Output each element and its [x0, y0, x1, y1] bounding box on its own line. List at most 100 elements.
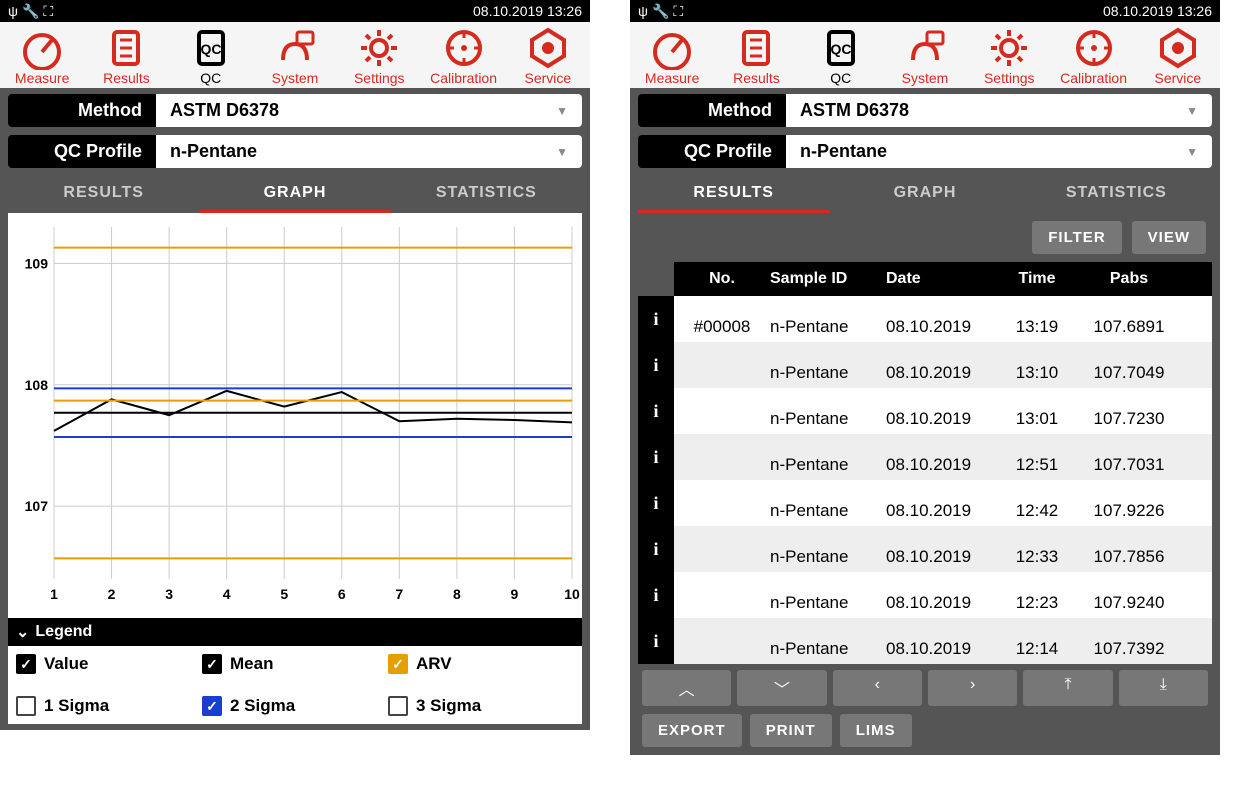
- tab-calibration[interactable]: Calibration: [422, 26, 506, 86]
- subtab-statistics[interactable]: STATISTICS: [391, 176, 582, 213]
- legend-item[interactable]: ✓Value: [16, 654, 202, 674]
- filter-button[interactable]: FILTER: [1032, 221, 1121, 254]
- nav-bottom-button[interactable]: ⤓: [1119, 670, 1208, 706]
- lims-button[interactable]: LIMS: [840, 714, 912, 747]
- svg-text:2: 2: [108, 586, 116, 602]
- table-row[interactable]: in-Pentane08.10.201912:14107.7392: [638, 618, 1212, 664]
- table-row[interactable]: in-Pentane08.10.201912:33107.7856: [638, 526, 1212, 572]
- export-button[interactable]: EXPORT: [642, 714, 742, 747]
- col-pabs: Pabs: [1076, 262, 1182, 296]
- tab-results[interactable]: Results: [84, 26, 168, 86]
- subtab-results[interactable]: RESULTS: [8, 176, 199, 213]
- info-icon[interactable]: i: [638, 618, 674, 664]
- qc-profile-select[interactable]: n-Pentane ▼: [156, 135, 582, 168]
- tab-settings[interactable]: Settings: [967, 26, 1051, 86]
- tab-service[interactable]: Service: [506, 26, 590, 86]
- svg-text:10: 10: [564, 586, 580, 602]
- col-date: Date: [886, 262, 998, 296]
- info-icon[interactable]: i: [638, 572, 674, 618]
- info-icon[interactable]: i: [638, 342, 674, 388]
- status-bar: ψ 🔧 ⛶ 08.10.2019 13:26: [630, 0, 1220, 22]
- calibration-icon: [442, 26, 486, 70]
- nav-prev-button[interactable]: ‹: [833, 670, 922, 706]
- checkbox[interactable]: ✓: [16, 654, 36, 674]
- expand-icon: ⛶: [673, 3, 683, 20]
- svg-text:1: 1: [50, 586, 58, 602]
- col-sample-id: Sample ID: [770, 262, 886, 296]
- datetime: 08.10.2019 13:26: [1103, 3, 1212, 19]
- tab-measure[interactable]: Measure: [0, 26, 84, 86]
- nav-top-button[interactable]: ⤒: [1023, 670, 1112, 706]
- checkbox[interactable]: ✓: [202, 654, 222, 674]
- settings-icon: [987, 26, 1031, 70]
- tab-settings[interactable]: Settings: [337, 26, 421, 86]
- table-row[interactable]: i#00008n-Pentane08.10.201913:19107.6891: [638, 296, 1212, 342]
- svg-text:108: 108: [25, 377, 49, 393]
- info-icon[interactable]: i: [638, 296, 674, 342]
- tab-system[interactable]: System: [253, 26, 337, 86]
- expand-icon: ⛶: [43, 3, 53, 20]
- tab-qc[interactable]: QCQC: [169, 26, 253, 86]
- usb-icon: ψ: [8, 3, 18, 19]
- info-icon[interactable]: i: [638, 434, 674, 480]
- checkbox[interactable]: [388, 696, 408, 716]
- status-bar: ψ 🔧 ⛶ 08.10.2019 13:26: [0, 0, 590, 22]
- legend-item[interactable]: ✓2 Sigma: [202, 696, 388, 716]
- device-results: ψ 🔧 ⛶ 08.10.2019 13:26 MeasureResultsQCQ…: [630, 0, 1220, 755]
- qc-icon: QC: [189, 26, 233, 70]
- tab-measure[interactable]: Measure: [630, 26, 714, 86]
- legend-item[interactable]: ✓Mean: [202, 654, 388, 674]
- calibration-icon: [1072, 26, 1116, 70]
- nav-next-button[interactable]: ›: [928, 670, 1017, 706]
- table-row[interactable]: in-Pentane08.10.201912:42107.9226: [638, 480, 1212, 526]
- method-select[interactable]: ASTM D6378 ▼: [786, 94, 1212, 127]
- nav-up-button[interactable]: ︿: [642, 670, 731, 706]
- method-select[interactable]: ASTM D6378 ▼: [156, 94, 582, 127]
- datetime: 08.10.2019 13:26: [473, 3, 582, 19]
- subtab-graph[interactable]: GRAPH: [829, 176, 1020, 213]
- wrench-icon: 🔧: [652, 3, 669, 20]
- view-button[interactable]: VIEW: [1132, 221, 1206, 254]
- results-icon: [104, 26, 148, 70]
- svg-text:QC: QC: [200, 41, 221, 57]
- usb-icon: ψ: [638, 3, 648, 19]
- info-icon[interactable]: i: [638, 388, 674, 434]
- tab-results[interactable]: Results: [714, 26, 798, 86]
- legend-item[interactable]: ✓ARV: [388, 654, 574, 674]
- nav-down-button[interactable]: ﹀: [737, 670, 826, 706]
- legend: ✓Value✓Mean✓ARV 1 Sigma✓2 Sigma3 Sigma: [8, 646, 582, 724]
- settings-icon: [357, 26, 401, 70]
- legend-item[interactable]: 3 Sigma: [388, 696, 574, 716]
- table-row[interactable]: in-Pentane08.10.201912:23107.9240: [638, 572, 1212, 618]
- chevron-down-icon: ▼: [1186, 104, 1198, 118]
- checkbox[interactable]: ✓: [202, 696, 222, 716]
- chevron-down-icon: ▼: [1186, 145, 1198, 159]
- subtab-statistics[interactable]: STATISTICS: [1021, 176, 1212, 213]
- tab-calibration[interactable]: Calibration: [1052, 26, 1136, 86]
- svg-text:QC: QC: [830, 41, 851, 57]
- measure-icon: [650, 26, 694, 70]
- qc-chart: 10710810912345678910: [8, 213, 582, 618]
- col-time: Time: [998, 262, 1076, 296]
- tab-qc[interactable]: QCQC: [799, 26, 883, 86]
- svg-text:7: 7: [395, 586, 403, 602]
- chevron-down-icon: ▼: [556, 145, 568, 159]
- table-row[interactable]: in-Pentane08.10.201913:01107.7230: [638, 388, 1212, 434]
- tab-service[interactable]: Service: [1136, 26, 1220, 86]
- legend-item[interactable]: 1 Sigma: [16, 696, 202, 716]
- svg-text:109: 109: [25, 255, 49, 271]
- print-button[interactable]: PRINT: [750, 714, 832, 747]
- table-row[interactable]: in-Pentane08.10.201913:10107.7049: [638, 342, 1212, 388]
- checkbox[interactable]: [16, 696, 36, 716]
- info-icon[interactable]: i: [638, 526, 674, 572]
- legend-header[interactable]: ⌄ Legend: [8, 618, 582, 646]
- results-table: No. Sample ID Date Time Pabs i#00008n-Pe…: [638, 262, 1212, 664]
- checkbox[interactable]: ✓: [388, 654, 408, 674]
- info-icon[interactable]: i: [638, 480, 674, 526]
- qc-profile-select[interactable]: n-Pentane ▼: [786, 135, 1212, 168]
- table-row[interactable]: in-Pentane08.10.201912:51107.7031: [638, 434, 1212, 480]
- subtab-graph[interactable]: GRAPH: [199, 176, 390, 213]
- subtab-results[interactable]: RESULTS: [638, 176, 829, 213]
- svg-text:4: 4: [223, 586, 231, 602]
- tab-system[interactable]: System: [883, 26, 967, 86]
